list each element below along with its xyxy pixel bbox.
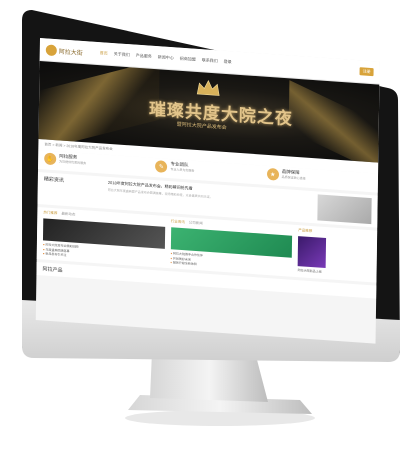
news-thumbnail[interactable] bbox=[317, 194, 372, 225]
register-button[interactable]: 注册 bbox=[359, 67, 374, 77]
crown-icon bbox=[196, 80, 220, 96]
nav-item-about[interactable]: 关于我们 bbox=[114, 51, 130, 58]
site-logo[interactable]: 阿拉大街 bbox=[45, 43, 94, 58]
hand-icon: ✋ bbox=[44, 152, 57, 166]
tab-latest[interactable]: 最新动态 bbox=[61, 212, 75, 218]
nav-item-home[interactable]: 首页 bbox=[100, 50, 108, 57]
nav-item-join[interactable]: 招商加盟 bbox=[180, 56, 196, 63]
content-block: 产品推荐 阿拉大院新品上线 bbox=[298, 228, 372, 279]
block-image[interactable] bbox=[297, 236, 327, 269]
feature-desc: 专业人员为您服务 bbox=[170, 167, 195, 173]
chat-icon: ✎ bbox=[155, 160, 168, 173]
news-heading: 精彩资讯 bbox=[43, 176, 64, 184]
logo-text: 阿拉大街 bbox=[58, 48, 83, 57]
tab-hot[interactable]: 热门推荐 bbox=[43, 210, 57, 216]
login-link[interactable]: 登录 bbox=[224, 59, 232, 66]
nav-item-products[interactable]: 产品服务 bbox=[136, 53, 152, 60]
gold-ribbon-right bbox=[288, 80, 379, 163]
list-item[interactable]: 阿拉大院新品上线 bbox=[298, 268, 371, 278]
nav-item-news[interactable]: 新闻中心 bbox=[158, 54, 174, 61]
screen: 阿拉大街 首页 关于我们 产品服务 新闻中心 招商加盟 联系我们 登录 注册 璀… bbox=[35, 38, 380, 344]
logo-mark-icon bbox=[45, 43, 57, 56]
content-block: 热门推荐 最新动态 ● 阿拉大院发布会精彩回顾 ● 年度盛典圆满落幕 ● 新品发… bbox=[43, 210, 165, 264]
tab-industry[interactable]: 行业资讯 bbox=[171, 219, 185, 225]
feature-desc: 品质保证放心选择 bbox=[281, 174, 306, 181]
nav-item-contact[interactable]: 联系我们 bbox=[202, 57, 218, 64]
gold-ribbon-left bbox=[38, 61, 160, 151]
content-block: 行业资讯 公司新闻 ● 阿拉大院携手合作伙伴 ● 共创美好未来 ● 服务升级全新… bbox=[170, 219, 293, 273]
trophy-icon: ★ bbox=[266, 167, 279, 181]
tab-products[interactable]: 产品推荐 bbox=[298, 228, 312, 234]
feature-desc: 为您提供优质的服务 bbox=[59, 159, 87, 166]
tab-company[interactable]: 公司新闻 bbox=[189, 221, 203, 227]
